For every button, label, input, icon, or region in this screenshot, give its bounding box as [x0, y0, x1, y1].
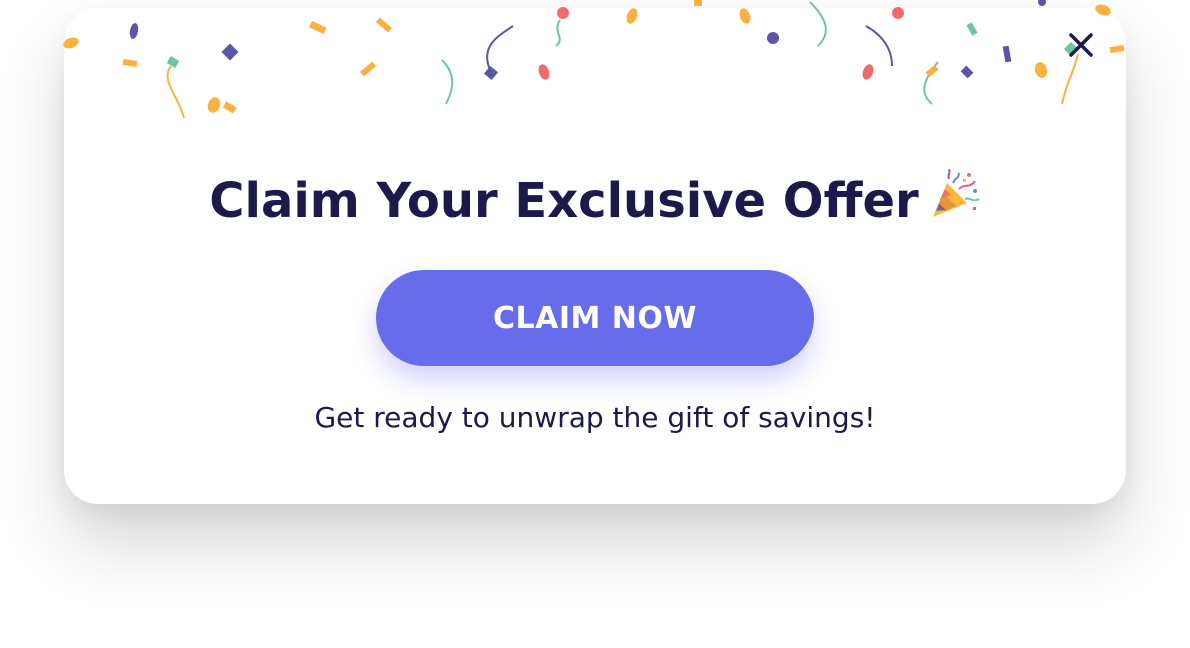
claim-now-button[interactable]: CLAIM NOW: [376, 270, 814, 366]
page: Claim Your Exclusive Offer CLAIM NOW Get…: [0, 0, 1190, 648]
modal-subtitle: Get ready to unwrap the gift of savings!: [314, 401, 876, 434]
modal-title-row: Claim Your Exclusive Offer: [0, 168, 1190, 234]
close-button[interactable]: [1063, 27, 1099, 63]
party-popper-icon: [932, 169, 980, 217]
modal-title: Claim Your Exclusive Offer: [209, 173, 919, 229]
close-icon: [1069, 33, 1093, 57]
